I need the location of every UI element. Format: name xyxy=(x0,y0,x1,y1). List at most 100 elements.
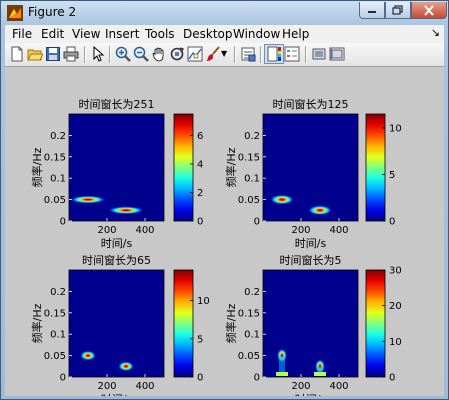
menu-view[interactable]: View xyxy=(72,27,100,41)
edit-plot-arrow-icon[interactable] xyxy=(90,46,106,62)
insert-colorbar-icon[interactable] xyxy=(266,46,282,62)
toolbar-separator xyxy=(84,46,86,63)
insert-legend-icon[interactable] xyxy=(284,46,300,62)
spectrogram-energy-blob xyxy=(70,195,106,204)
print-figure-icon[interactable] xyxy=(63,46,79,62)
x-tick-label: 400 xyxy=(329,225,348,236)
menu-edit[interactable]: Edit xyxy=(41,27,64,41)
window-title: Figure 2 xyxy=(28,5,77,19)
y-tick-label: 0.15 xyxy=(238,308,260,319)
menu-tools[interactable]: Tools xyxy=(145,27,175,41)
subplot-1[interactable]: 0 0.05 0.1 0.15 0.2 200 400 时间窗长为251 时间/s 频率/Hz 0 2… xyxy=(30,97,203,250)
y-tick-label: 0 xyxy=(254,217,260,228)
colorbar-tick-label: 10 xyxy=(389,123,402,134)
menu-desktop[interactable]: Desktop xyxy=(183,27,233,41)
pan-hand-icon[interactable] xyxy=(151,46,167,62)
figure-window: Figure 2 File Edit View Insert Tools Des… xyxy=(0,0,449,400)
colorbar-tick-label: 0 xyxy=(197,217,203,228)
menu-insert[interactable]: Insert xyxy=(105,27,139,41)
y-tick-label: 0.15 xyxy=(238,152,260,163)
x-tick-label: 400 xyxy=(135,225,154,236)
colorbar-tick-label: 5 xyxy=(197,334,203,345)
spectrogram-energy-blob xyxy=(270,194,294,205)
subplot-3[interactable]: 0 0.05 0.1 0.15 0.2 200 400 时间窗长为65 时间/s 频率/Hz 0 5 1… xyxy=(30,253,210,396)
x-tick-label: 200 xyxy=(291,225,310,236)
figure-plot-area: 00.050.10.150.2200 400时间窗长为251时间/s频率/Hz02… xyxy=(30,97,402,396)
x-tick-label: 200 xyxy=(97,225,116,236)
y-tick-label: 0.05 xyxy=(44,351,66,362)
y-tick-label: 0.1 xyxy=(50,174,66,185)
y-tick-label: 0.15 xyxy=(44,308,66,319)
subplot-title: 时间窗长为125 xyxy=(273,97,349,111)
colorbar[interactable]: 0 5 10 xyxy=(173,269,210,384)
colorbar[interactable]: 0 5 10 xyxy=(365,113,402,228)
show-plot-tools-icon[interactable] xyxy=(329,46,345,62)
colorbar-tick-label: 5 xyxy=(389,170,395,181)
menu-bar: File Edit View Insert Tools Desktop Wind… xyxy=(5,25,444,43)
spectrogram-leakage-blob xyxy=(276,372,288,376)
y-axis-label: 频率/Hz xyxy=(224,303,238,343)
zoom-in-icon[interactable] xyxy=(115,46,131,62)
restore-icon xyxy=(392,5,403,15)
toolbar-separator xyxy=(109,46,111,63)
colorbar-tick-label: 10 xyxy=(389,337,402,348)
subplot-title: 时间窗长为65 xyxy=(82,253,151,267)
y-tick-label: 0.15 xyxy=(44,152,66,163)
maximize-button[interactable] xyxy=(385,2,411,19)
subplot-4[interactable]: 0 0.05 0.1 0.15 0.2 200 400 时间窗长为5 时间/s 频率/Hz 0 10 2… xyxy=(224,253,402,396)
open-file-icon[interactable] xyxy=(27,46,43,62)
close-button[interactable] xyxy=(411,2,447,19)
y-tick-label: 0.1 xyxy=(244,174,260,185)
colorbar-tick-label: 20 xyxy=(389,301,402,312)
minimize-button[interactable] xyxy=(359,2,385,19)
y-axis-label: 频率/Hz xyxy=(224,147,238,187)
subplot-2[interactable]: 0 0.05 0.1 0.15 0.2 200 400 时间窗长为125 时间/s 频率/Hz 0 5… xyxy=(224,97,402,250)
zoom-out-icon[interactable] xyxy=(133,46,149,62)
spectrogram-leakage-blob xyxy=(314,372,326,376)
new-figure-icon[interactable] xyxy=(9,46,25,62)
close-icon xyxy=(424,4,434,16)
colorbar-tick-label: 2 xyxy=(197,188,203,199)
axes-background xyxy=(69,114,164,221)
save-figure-icon[interactable] xyxy=(45,46,61,62)
y-tick-label: 0.05 xyxy=(238,351,260,362)
x-axis-label: 时间/s xyxy=(101,393,133,396)
y-tick-label: 0 xyxy=(254,373,260,384)
hide-plot-tools-icon[interactable] xyxy=(311,46,327,62)
data-cursor-icon[interactable] xyxy=(187,46,203,62)
toolbar-separator xyxy=(260,46,262,63)
y-tick-label: 0.05 xyxy=(44,195,66,206)
colorbar-gradient xyxy=(365,113,386,222)
colorbar-tick-label: 30 xyxy=(389,266,402,277)
x-tick-label: 400 xyxy=(329,381,348,392)
colorbar-tick-label: 6 xyxy=(197,131,203,142)
menu-window[interactable]: Window xyxy=(233,27,280,41)
colorbar-tick-label: 4 xyxy=(197,159,203,170)
menu-dock-arrow-icon[interactable]: ↘ xyxy=(431,26,440,39)
colorbar-tick-label: 0 xyxy=(389,373,395,384)
colorbar-gradient xyxy=(173,269,194,378)
x-axis-label: 时间/s xyxy=(295,393,327,396)
link-plot-icon[interactable] xyxy=(240,46,256,62)
minimize-icon xyxy=(368,11,376,13)
colorbar-tick-label: 10 xyxy=(197,296,210,307)
toolbar-separator xyxy=(234,46,236,63)
x-axis-label: 时间/s xyxy=(295,237,327,250)
axes-background xyxy=(263,114,358,221)
rotate-3d-icon[interactable] xyxy=(169,46,185,62)
spectrogram-energy-blob xyxy=(80,350,96,361)
title-bar[interactable]: Figure 2 xyxy=(1,1,448,25)
window-client-area: File Edit View Insert Tools Desktop Wind… xyxy=(5,25,444,396)
colorbar[interactable]: 0 2 4 6 xyxy=(173,113,203,228)
brush-icon[interactable] xyxy=(205,46,221,62)
colorbar[interactable]: 0 10 20 30 xyxy=(365,266,402,384)
colorbar-gradient xyxy=(173,113,194,222)
menu-help[interactable]: Help xyxy=(282,27,309,41)
menu-file[interactable]: File xyxy=(12,27,32,41)
y-tick-label: 0.2 xyxy=(244,287,260,298)
spectrogram-energy-blob xyxy=(308,205,332,216)
y-tick-label: 0.1 xyxy=(50,330,66,341)
colorbar-tick-label: 0 xyxy=(197,373,203,384)
x-tick-label: 200 xyxy=(97,381,116,392)
y-axis-label: 频率/Hz xyxy=(30,147,44,187)
